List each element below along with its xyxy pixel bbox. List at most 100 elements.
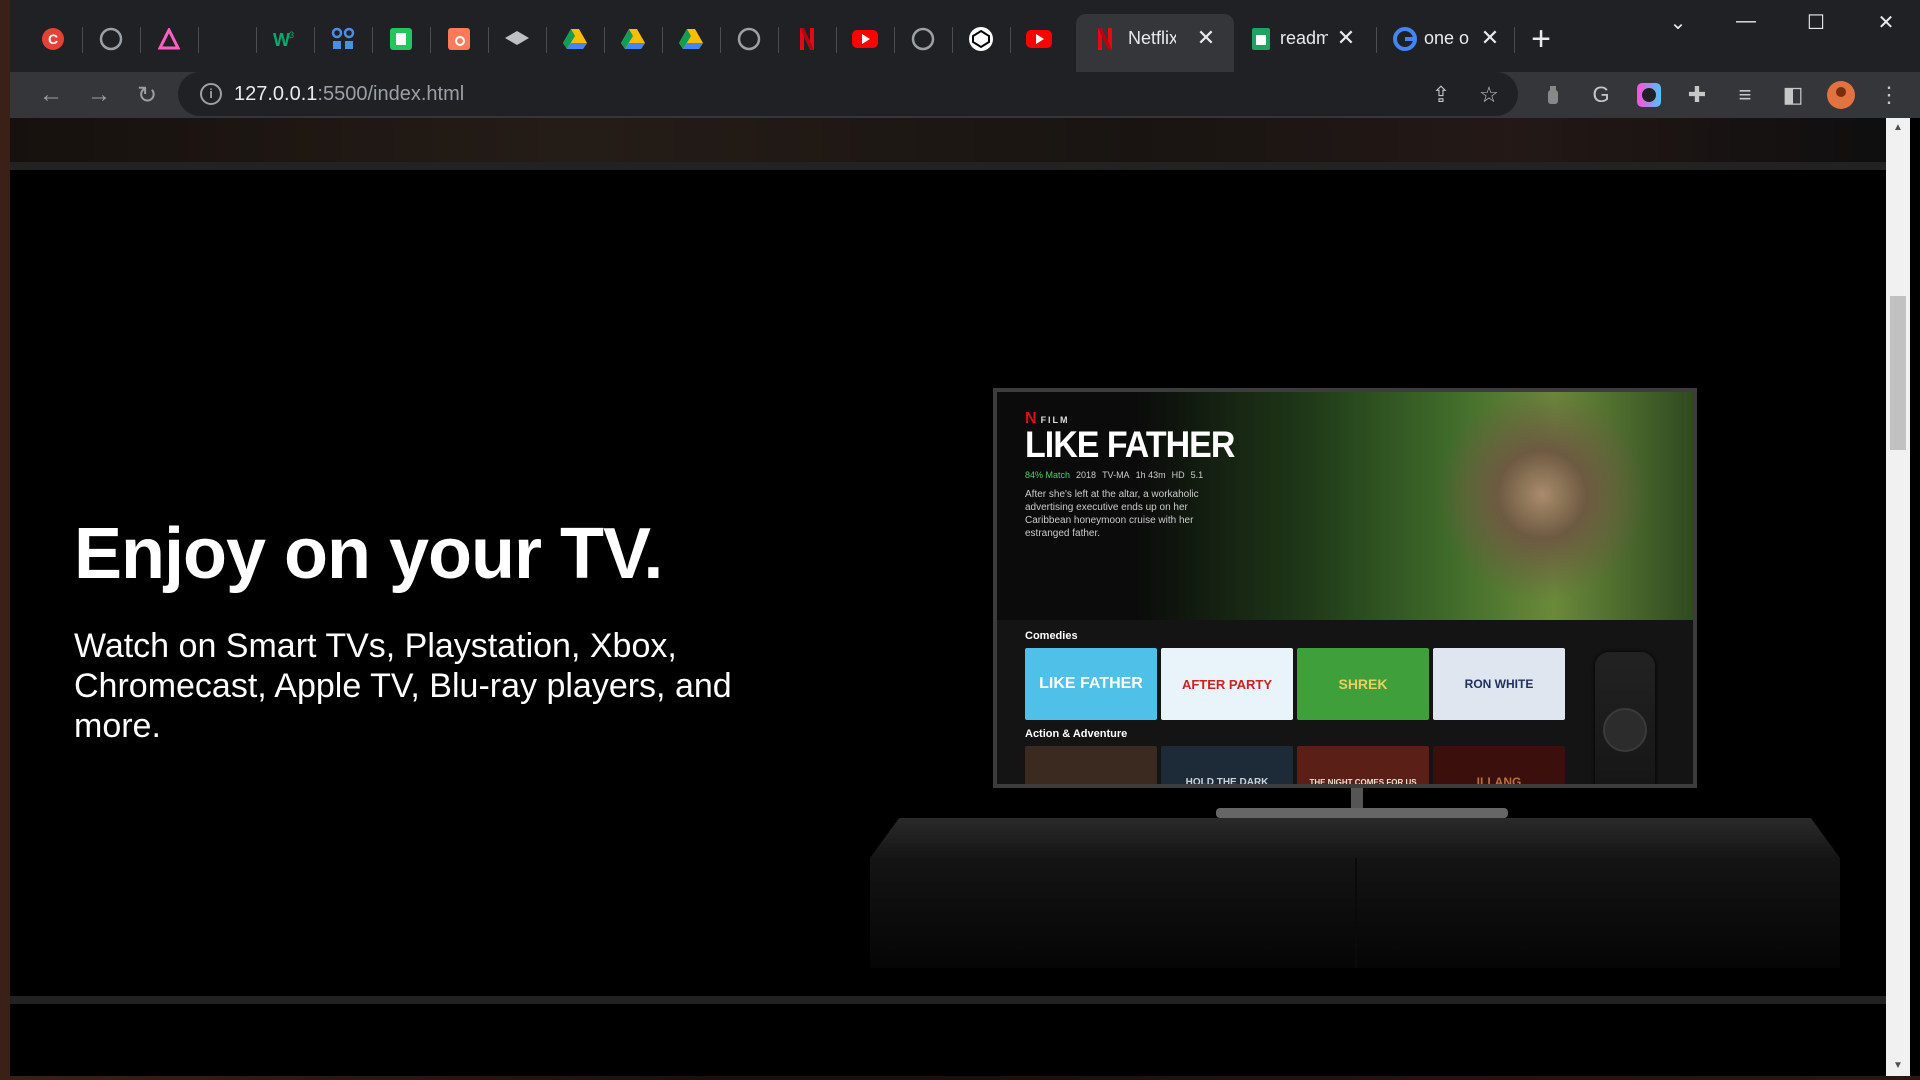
poster-illang: ILLANG (1433, 746, 1565, 784)
scroll-thumb[interactable] (1890, 296, 1906, 450)
svg-text:C: C (48, 31, 58, 47)
tab-separator (894, 27, 895, 53)
close-icon[interactable]: ✕ (1476, 24, 1504, 52)
rainbow-a-icon[interactable] (152, 22, 186, 56)
color-picker-icon[interactable] (1634, 80, 1664, 110)
browser-window: C W3 Netflix ✕ readm ✕ one o ✕ + ⌄ — ☐ ✕… (10, 0, 1920, 1076)
tab-separator (256, 27, 257, 53)
tab-title[interactable]: one o (1424, 28, 1472, 49)
avatar[interactable] (1826, 80, 1856, 110)
bookmark-star-icon[interactable]: ☆ (1474, 80, 1504, 110)
youtube-icon[interactable] (1022, 22, 1056, 56)
tv-illustration: N FILM LIKE FATHER 84% Match 2018 TV-MA 1h 4… (870, 388, 1840, 968)
movie-quality: HD (1171, 470, 1185, 480)
reload-button[interactable]: ↻ (130, 78, 164, 112)
tv-stand-divider (1355, 858, 1357, 968)
google-icon[interactable] (1388, 22, 1422, 56)
github-icon[interactable] (94, 22, 128, 56)
tab-separator (1010, 27, 1011, 53)
grammarly-icon[interactable]: G (1586, 80, 1616, 110)
extension-bottle-icon[interactable] (1538, 80, 1568, 110)
tab-strip: C W3 Netflix ✕ readm ✕ one o ✕ + ⌄ — ☐ ✕ (10, 0, 1920, 72)
close-icon[interactable]: ✕ (1192, 24, 1220, 52)
svg-text:W: W (273, 30, 290, 50)
info-icon[interactable]: i (200, 83, 222, 105)
maximize-button[interactable]: ☐ (1796, 10, 1836, 35)
tab-separator (82, 27, 83, 53)
drive-icon[interactable] (616, 22, 650, 56)
menu-kebab-icon[interactable]: ⋮ (1874, 80, 1904, 110)
url-text[interactable]: 127.0.0.1:5500/index.html (234, 83, 464, 106)
url-path: :5500/index.html (317, 83, 465, 105)
netflix-icon (1088, 22, 1122, 56)
share-icon[interactable]: ⇪ (1426, 80, 1456, 110)
poster-ron-white: RON WHITE (1433, 648, 1565, 720)
tab-separator (1514, 27, 1515, 53)
movie-audio: 5.1 (1190, 470, 1204, 480)
row-label-comedies: Comedies (1025, 630, 1078, 642)
tab-separator (1376, 27, 1377, 53)
tab-title: Netflix (1128, 28, 1176, 48)
back-button[interactable]: ← (34, 78, 68, 112)
poster-night-comes-for-us: THE NIGHT COMES FOR US (1297, 746, 1429, 784)
media-queue-icon[interactable]: ≡ (1730, 80, 1760, 110)
tab-search-icon[interactable]: ⌄ (1658, 10, 1698, 35)
github-icon[interactable] (732, 22, 766, 56)
page-content: Enjoy on your TV. Watch on Smart TVs, Pl… (10, 118, 1886, 1076)
address-bar[interactable]: i 127.0.0.1:5500/index.html ⇪ ☆ (178, 72, 1518, 116)
extensions-puzzle-icon[interactable]: ✚ (1682, 80, 1712, 110)
page-scrollbar[interactable]: ▲ ▼ (1886, 118, 1910, 1076)
tab-title[interactable]: readme (1280, 28, 1328, 49)
forward-button[interactable]: → (82, 78, 116, 112)
tv-movie-meta: 84% Match 2018 TV-MA 1h 43m HD 5.1 (1025, 470, 1203, 480)
poster-bright (1025, 746, 1157, 784)
svg-text:3: 3 (289, 30, 294, 40)
tv-stand-top (870, 818, 1840, 858)
tv-hero-people (1417, 392, 1667, 620)
tab-separator (662, 27, 663, 53)
close-window-button[interactable]: ✕ (1866, 10, 1906, 35)
side-panel-icon[interactable]: ◧ (1778, 80, 1808, 110)
c-logo-icon[interactable]: C (36, 22, 70, 56)
poster-shrek: SHREK (1297, 648, 1429, 720)
hubspot-icon[interactable] (442, 22, 476, 56)
tab-separator (952, 27, 953, 53)
blank-icon[interactable] (210, 22, 244, 56)
scroll-down-arrow[interactable]: ▼ (1886, 1056, 1910, 1076)
youtube-icon[interactable] (848, 22, 882, 56)
remote-dpad (1603, 708, 1647, 752)
browser-toolbar: ← → ↻ i 127.0.0.1:5500/index.html ⇪ ☆ G … (10, 72, 1920, 118)
minimize-button[interactable]: — (1726, 10, 1766, 33)
drive-icon[interactable] (674, 22, 708, 56)
movie-year: 2018 (1076, 470, 1097, 480)
tv-remote (1595, 652, 1655, 784)
sheets-icon[interactable] (1244, 22, 1278, 56)
codepen-icon[interactable] (964, 22, 998, 56)
grid-icon[interactable] (326, 22, 360, 56)
tab-netflix[interactable]: Netflix ✕ (1076, 14, 1234, 72)
netflix-icon[interactable] (790, 22, 824, 56)
drive-icon[interactable] (558, 22, 592, 56)
tab-separator (546, 27, 547, 53)
tv-screen: N FILM LIKE FATHER 84% Match 2018 TV-MA 1h 4… (993, 388, 1697, 788)
tab-separator (198, 27, 199, 53)
poster-like-father: LIKE FATHER (1025, 648, 1157, 720)
close-icon[interactable]: ✕ (1332, 24, 1360, 52)
tab-separator (720, 27, 721, 53)
hero-image-edge (10, 118, 1886, 162)
section-divider (10, 996, 1886, 1004)
section-divider (10, 162, 1886, 170)
scroll-up-arrow[interactable]: ▲ (1886, 118, 1910, 138)
w3-icon[interactable]: W3 (268, 22, 302, 56)
tv-movie-title: LIKE FATHER (1025, 424, 1235, 466)
new-tab-button[interactable]: + (1524, 22, 1558, 56)
tv-movie-description: After she's left at the altar, a workaho… (1025, 489, 1199, 539)
green-square-icon[interactable] (384, 22, 418, 56)
layers-icon[interactable] (500, 22, 534, 56)
poster-after-party: AFTER PARTY (1161, 648, 1293, 720)
github-icon[interactable] (906, 22, 940, 56)
row-label-action: Action & Adventure (1025, 728, 1128, 740)
url-host: 127.0.0.1 (234, 83, 318, 105)
tab-separator (314, 27, 315, 53)
tab-separator (430, 27, 431, 53)
